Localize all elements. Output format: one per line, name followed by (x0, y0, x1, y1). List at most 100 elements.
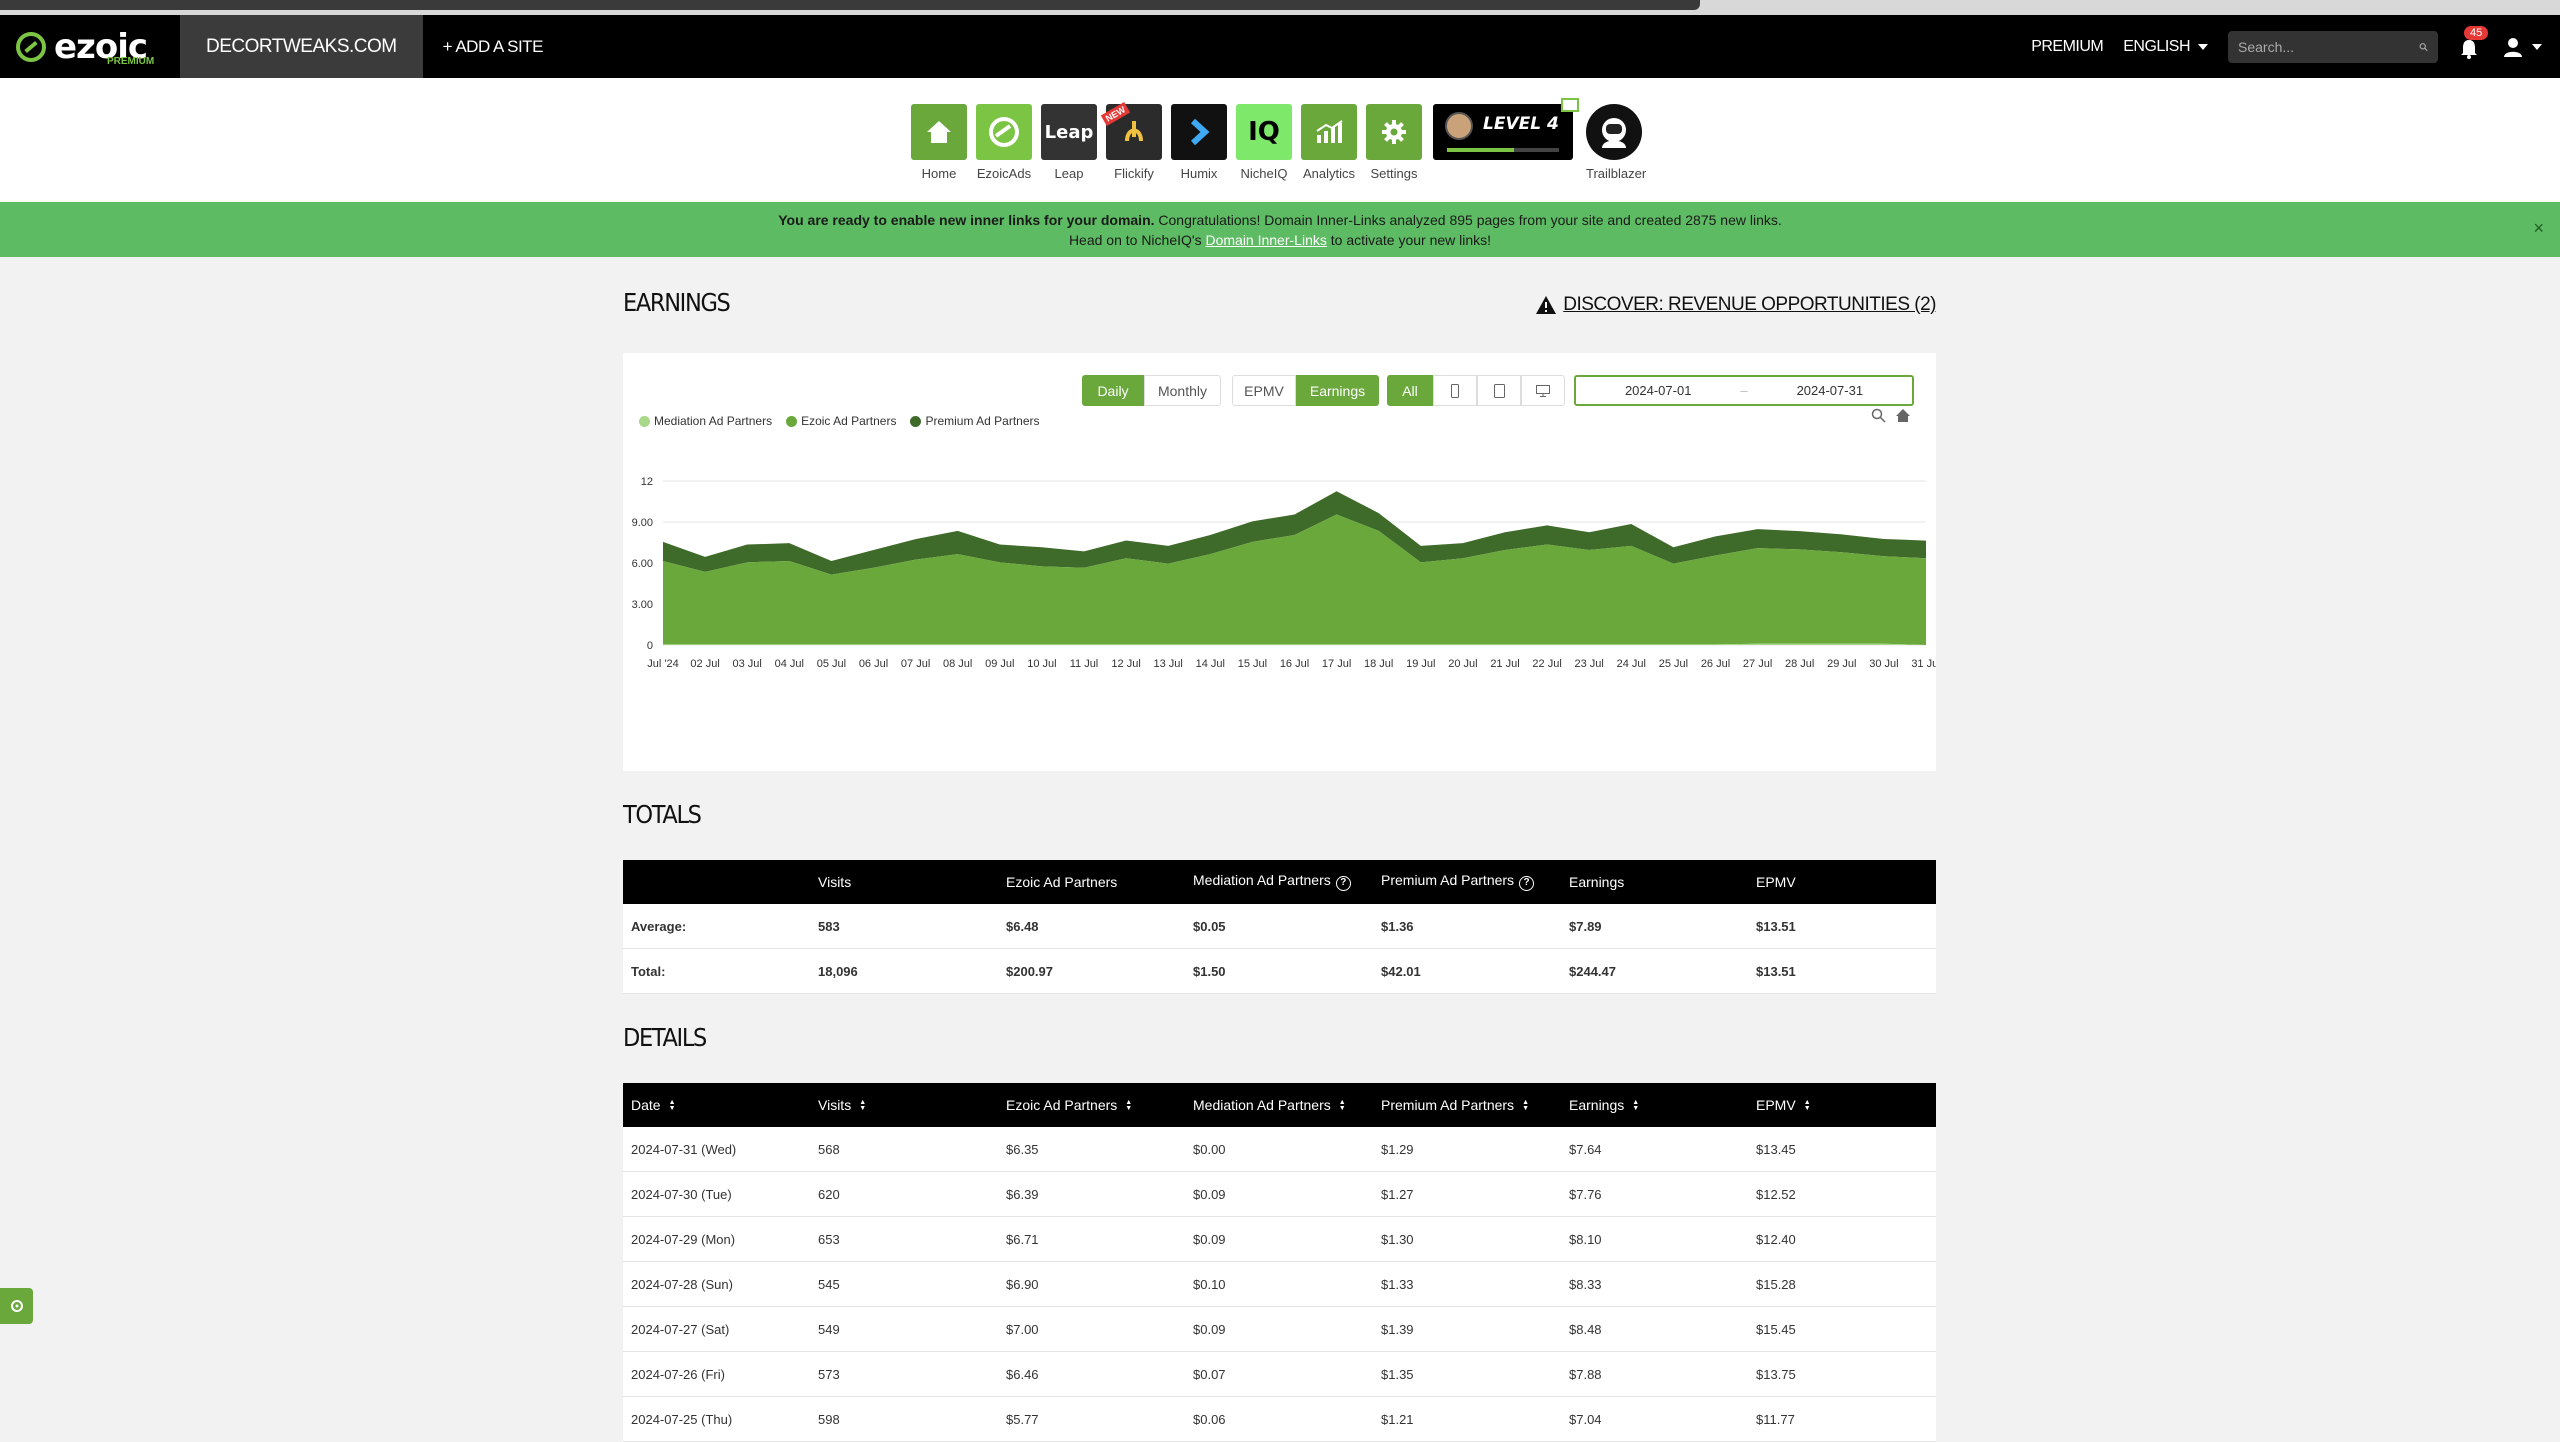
notifications-button[interactable]: 45 (2456, 25, 2489, 62)
x-tick-label: 17 Jul (1322, 658, 1351, 670)
daily-button[interactable]: Daily (1082, 375, 1144, 406)
discover-revenue-link[interactable]: DISCOVER: REVENUE OPPORTUNITIES (2) (1535, 294, 1936, 316)
site-selector[interactable]: DECORTWEAKS.COM (180, 15, 423, 78)
table-cell: 573 (818, 1367, 840, 1382)
x-tick-label: 28 Jul (1785, 658, 1814, 670)
table-cell: 2024-07-30 (Tue) (631, 1187, 732, 1202)
monthly-button[interactable]: Monthly (1144, 375, 1221, 406)
table-cell: $7.04 (1569, 1412, 1602, 1427)
help-icon[interactable]: ? (1519, 876, 1535, 891)
date-range-picker[interactable]: 2024-07-01 – 2024-07-31 (1574, 375, 1914, 406)
table-cell: $13.51 (1756, 919, 1796, 934)
table-cell: $7.88 (1569, 1367, 1602, 1382)
desktop-button[interactable] (1521, 375, 1565, 406)
tablet-button[interactable] (1477, 375, 1521, 406)
banner-line2-suffix: to activate your new links! (1326, 232, 1492, 248)
x-tick-label: 10 Jul (1027, 658, 1056, 670)
table-cell: 2024-07-28 (Sun) (631, 1277, 733, 1292)
add-site-link[interactable]: + ADD A SITE (443, 37, 544, 57)
earnings-button[interactable]: Earnings (1296, 375, 1379, 406)
legend-item-premium[interactable]: Premium Ad Partners (910, 414, 1040, 428)
table-cell: $200.97 (1006, 964, 1053, 979)
search-input[interactable] (2238, 38, 2419, 55)
table-cell: 2024-07-25 (Thu) (631, 1412, 733, 1427)
language-dropdown[interactable]: ENGLISH (2123, 38, 2208, 56)
epmv-button[interactable]: EPMV (1232, 375, 1296, 406)
sortable-column-header[interactable]: Mediation Ad Partners ▲ ▼ (1193, 1097, 1346, 1113)
column-header-label: EPMV (1756, 1097, 1796, 1113)
desktop-icon (1536, 384, 1550, 397)
close-icon[interactable]: × (2533, 218, 2544, 238)
x-tick-label: 12 Jul (1111, 658, 1140, 670)
top-navbar: ezoic PREMIUM DECORTWEAKS.COM + ADD A SI… (0, 15, 2560, 78)
sort-icon[interactable]: ▲ ▼ (1522, 1099, 1529, 1112)
app-nicheiq[interactable]: IQ NicheIQ (1236, 104, 1292, 181)
warning-icon (1536, 296, 1557, 314)
sort-icon[interactable]: ▲ ▼ (1339, 1099, 1346, 1112)
search-icon[interactable] (2419, 41, 2428, 53)
legend-item-mediation[interactable]: Mediation Ad Partners (639, 414, 772, 428)
sortable-column-header[interactable]: Date ▲ ▼ (631, 1097, 676, 1113)
date-from[interactable]: 2024-07-01 (1576, 383, 1740, 398)
domain-inner-links-link[interactable]: Domain Inner-Links (1205, 232, 1326, 248)
ezoic-logo[interactable]: ezoic PREMIUM (0, 15, 180, 78)
column-header-label: Visits (818, 1097, 852, 1113)
app-ezoicads[interactable]: EzoicAds (976, 104, 1032, 181)
table-cell: $1.29 (1381, 1142, 1414, 1157)
help-icon[interactable]: ? (1335, 876, 1351, 891)
legend-item-ezoic[interactable]: Ezoic Ad Partners (786, 414, 896, 428)
sort-icon[interactable]: ▲ ▼ (669, 1099, 676, 1112)
date-to[interactable]: 2024-07-31 (1748, 383, 1912, 398)
sort-icon[interactable]: ▲ ▼ (1804, 1099, 1811, 1112)
sortable-column-header[interactable]: Premium Ad Partners ▲ ▼ (1381, 1097, 1529, 1113)
x-tick-label: 24 Jul (1617, 658, 1646, 670)
all-devices-button[interactable]: All (1387, 375, 1433, 406)
table-cell: $1.35 (1381, 1367, 1414, 1382)
table-cell: $7.76 (1569, 1187, 1602, 1202)
trailblazer-icon (1586, 104, 1642, 160)
table-cell: $0.09 (1193, 1232, 1226, 1247)
sortable-column-header[interactable]: Visits ▲ ▼ (818, 1097, 866, 1113)
leap-icon-text: Leap (1044, 121, 1094, 143)
table-cell: 2024-07-29 (Mon) (631, 1232, 736, 1247)
sortable-column-header[interactable]: EPMV ▲ ▼ (1756, 1097, 1811, 1113)
column-header-label: Earnings (1569, 1097, 1625, 1113)
app-humix[interactable]: Humix (1171, 104, 1227, 181)
sortable-column-header[interactable]: Ezoic Ad Partners ▲ ▼ (1006, 1097, 1132, 1113)
table-cell: $0.00 (1193, 1142, 1226, 1157)
table-cell: 598 (818, 1412, 840, 1427)
x-tick-label: 18 Jul (1364, 658, 1393, 670)
legend-label: Premium Ad Partners (925, 414, 1040, 428)
level-badge[interactable]: LEVEL 4 (1433, 98, 1579, 160)
app-label: Home (921, 166, 957, 181)
table-cell: $8.33 (1569, 1277, 1602, 1292)
app-leap[interactable]: Leap Leap (1041, 104, 1097, 181)
reset-zoom-home-icon[interactable] (1895, 408, 1911, 424)
totals-table-header: Visits Ezoic Ad Partners Mediation Ad Pa… (623, 860, 1936, 904)
table-cell: $8.48 (1569, 1322, 1602, 1337)
table-cell: 583 (818, 919, 840, 934)
mobile-button[interactable] (1433, 375, 1477, 406)
y-tick-label: 9.00 (632, 517, 653, 529)
user-menu[interactable] (2502, 36, 2542, 58)
sort-icon[interactable]: ▲ ▼ (859, 1099, 866, 1112)
app-settings[interactable]: Settings (1366, 104, 1422, 181)
side-settings-button[interactable] (0, 1288, 33, 1324)
sortable-column-header[interactable]: Earnings ▲ ▼ (1569, 1097, 1639, 1113)
zoom-icon[interactable] (1871, 408, 1887, 424)
settings-icon (1366, 104, 1422, 160)
table-row: 2024-07-28 (Sun) 545 $6.90 $0.10 $1.33 $8.33 $… (623, 1262, 1936, 1307)
table-cell: $13.75 (1756, 1367, 1796, 1382)
app-analytics[interactable]: Analytics (1301, 104, 1357, 181)
app-flickify[interactable]: NEW Flickify (1100, 102, 1162, 181)
table-cell: 2024-07-26 (Fri) (631, 1367, 725, 1382)
sort-icon[interactable]: ▲ ▼ (1632, 1099, 1639, 1112)
column-header-label: Premium Ad Partners (1381, 872, 1515, 888)
sort-icon[interactable]: ▲ ▼ (1125, 1099, 1132, 1112)
y-tick-label: 0 (647, 640, 653, 652)
app-home[interactable]: Home (911, 104, 967, 181)
x-tick-label: Jul '24 (647, 658, 678, 670)
totals-table-body: Average: 583 $6.48 $0.05 $1.36 $7.89 $13.51 Tot… (623, 904, 1936, 994)
app-trailblazer[interactable]: Trailblazer (1586, 104, 1646, 181)
premium-link[interactable]: PREMIUM (2031, 38, 2104, 56)
